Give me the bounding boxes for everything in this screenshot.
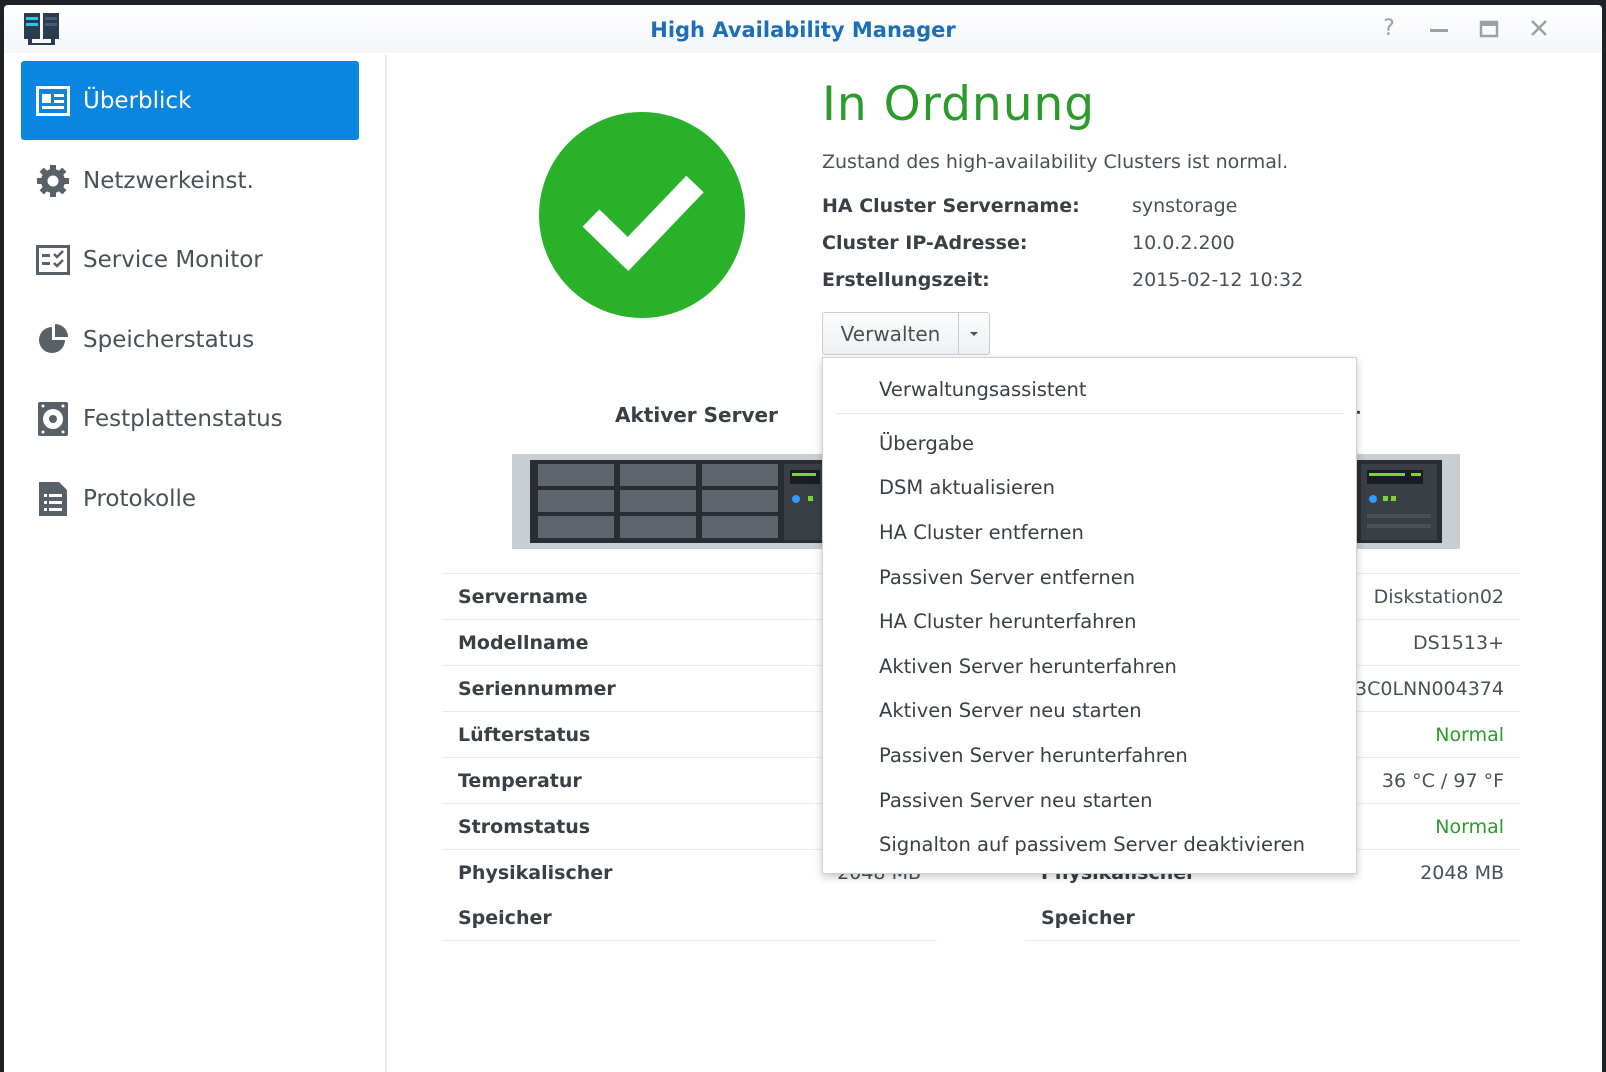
sidebar-item-speicherstatus[interactable]: Speicherstatus [21,300,359,379]
info-label: Cluster IP-Adresse: [822,232,1028,254]
info-value: synstorage [1132,195,1238,217]
sidebar-item-festplattenstatus[interactable]: Festplattenstatus [21,379,359,458]
manage-dropdown-menu: Verwaltungsassistent Übergabe DSM aktual… [822,357,1357,874]
menu-item-uebergabe[interactable]: Übergabe [879,432,974,455]
sidebar-item-label: Überblick [83,87,192,114]
menu-item-passiven-server-entfernen[interactable]: Passiven Server entfernen [879,566,1135,589]
detail-label: Speicher [1025,895,1277,941]
pie-chart-icon [35,322,71,358]
detail-label: Lüfterstatus [442,711,750,758]
sidebar-divider [385,55,387,1072]
minimize-icon[interactable] [1424,15,1454,43]
info-value: 10.0.2.200 [1132,232,1235,254]
sidebar-item-netzwerkeinst[interactable]: Netzwerkeinst. [21,141,359,220]
sidebar-item-service-monitor[interactable]: Service Monitor [21,220,359,299]
detail-label: Temperatur [442,757,750,804]
manage-dropdown-toggle[interactable] [958,313,989,354]
gear-icon [35,163,71,199]
caret-down-icon [970,331,978,336]
menu-item-passiven-server-herunterfahren[interactable]: Passiven Server herunterfahren [879,744,1188,767]
detail-value [749,895,937,941]
detail-label: Speicher [442,895,750,941]
info-value: 2015-02-12 10:32 [1132,269,1304,291]
info-label: HA Cluster Servername: [822,195,1080,217]
sidebar-item-ueberblick[interactable]: Überblick [21,61,359,140]
active-server-image [512,454,842,549]
title-bar: High Availability Manager ? [4,5,1602,53]
detail-label: Physikalischer [458,861,613,884]
ha-manager-window: High Availability Manager ? Überblick Ne… [4,5,1602,1072]
table-row: Speicher [442,895,937,941]
menu-item-verwaltungsassistent[interactable]: Verwaltungsassistent [879,378,1087,401]
table-row: Speicher [1025,895,1520,941]
detail-label: Stromstatus [442,803,750,850]
menu-separator [835,413,1344,414]
sidebar-item-label: Protokolle [83,485,197,512]
disk-icon [35,401,71,437]
sidebar-item-label: Festplattenstatus [83,405,283,432]
sidebar-item-protokolle[interactable]: Protokolle [21,459,359,538]
menu-item-passiven-server-neu-starten[interactable]: Passiven Server neu starten [879,789,1153,812]
detail-value [1276,895,1520,941]
close-icon[interactable] [1524,15,1554,43]
maximize-icon[interactable] [1474,15,1504,43]
sidebar-item-label: Service Monitor [83,246,263,273]
status-subtitle: Zustand des high-availability Clusters i… [822,151,1289,173]
menu-item-ha-cluster-herunterfahren[interactable]: HA Cluster herunterfahren [879,610,1136,633]
detail-label: Servername [442,573,750,620]
menu-item-signalton-deaktivieren[interactable]: Signalton auf passivem Server deaktivier… [879,833,1305,856]
menu-item-ha-cluster-entfernen[interactable]: HA Cluster entfernen [879,521,1084,544]
menu-item-aktiven-server-neu-starten[interactable]: Aktiven Server neu starten [879,699,1142,722]
menu-item-dsm-aktualisieren[interactable]: DSM aktualisieren [879,476,1055,499]
window-title: High Availability Manager [650,18,956,42]
manage-button[interactable]: Verwalten [823,313,958,354]
passive-server-image [1355,454,1460,549]
sidebar: Überblick Netzwerkeinst. Service Monitor… [4,55,382,1072]
manage-split-button: Verwalten [822,312,990,355]
sidebar-item-label: Speicherstatus [83,326,255,353]
status-ok-check-icon [539,112,745,318]
log-icon [35,481,71,517]
overview-icon [35,83,71,119]
info-label: Erstellungszeit: [822,269,990,291]
service-monitor-icon [35,242,71,278]
sidebar-item-label: Netzwerkeinst. [83,167,254,194]
detail-label: Modellname [442,619,750,666]
menu-item-aktiven-server-herunterfahren[interactable]: Aktiven Server herunterfahren [879,655,1177,678]
status-title: In Ordnung [822,77,1096,132]
active-server-title: Aktiver Server [615,403,778,427]
detail-label: Seriennummer [442,665,750,712]
help-icon[interactable]: ? [1374,15,1404,43]
